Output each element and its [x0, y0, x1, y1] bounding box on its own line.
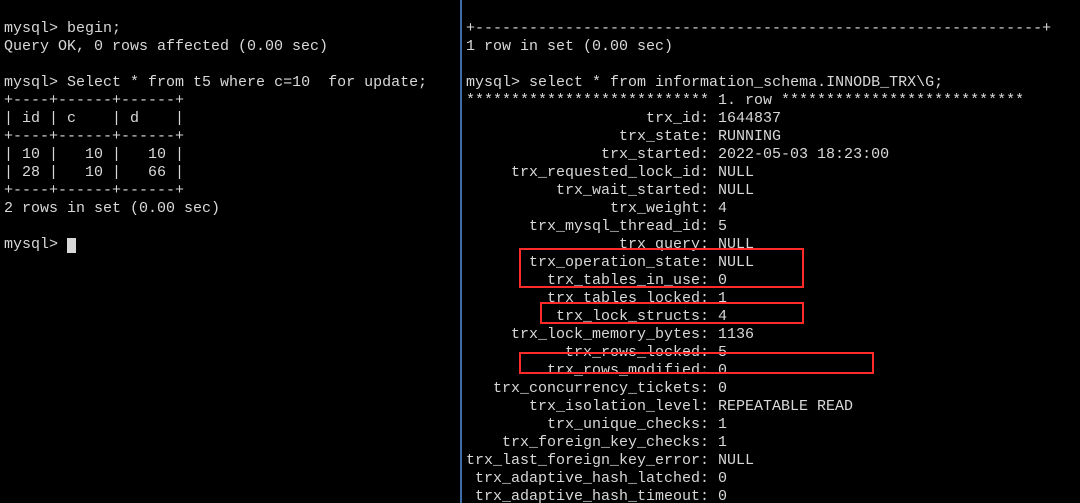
kv-row: trx_state: RUNNING [466, 128, 1076, 146]
resp-rows: 1 row in set (0.00 sec) [466, 38, 673, 55]
terminal-split: mysql> begin; Query OK, 0 rows affected … [0, 0, 1080, 503]
kv-row: trx_adaptive_hash_latched: 0 [466, 470, 1076, 488]
table-row: | 10 | 10 | 10 | [4, 146, 184, 163]
cursor [67, 238, 76, 253]
kv-row: trx_id: 1644837 [466, 110, 1076, 128]
kv-row: trx_unique_checks: 1 [466, 416, 1076, 434]
resp-begin: Query OK, 0 rows affected (0.00 sec) [4, 38, 328, 55]
kv-row: trx_lock_memory_bytes: 1136 [466, 326, 1076, 344]
cmd-begin: begin; [67, 20, 121, 37]
right-terminal[interactable]: +---------------------------------------… [462, 0, 1080, 503]
kv-row: trx_weight: 4 [466, 200, 1076, 218]
table-border: +----+------+------+ [4, 128, 184, 145]
kv-row: trx_tables_locked: 1 [466, 290, 1076, 308]
kv-row: trx_started: 2022-05-03 18:23:00 [466, 146, 1076, 164]
prompt: mysql> [4, 20, 58, 37]
table-row: | 28 | 10 | 66 | [4, 164, 184, 181]
resp-rows: 2 rows in set (0.00 sec) [4, 200, 220, 217]
kv-row: trx_mysql_thread_id: 5 [466, 218, 1076, 236]
kv-row: trx_operation_state: NULL [466, 254, 1076, 272]
row-separator: *************************** 1. row *****… [466, 92, 1024, 109]
table-border: +----+------+------+ [4, 92, 184, 109]
table-header: | id | c | d | [4, 110, 184, 127]
kv-row: trx_adaptive_hash_timeout: 0 [466, 488, 1076, 503]
kv-row: trx_requested_lock_id: NULL [466, 164, 1076, 182]
kv-row: trx_wait_started: NULL [466, 182, 1076, 200]
kv-row: trx_foreign_key_checks: 1 [466, 434, 1076, 452]
kv-row: trx_query: NULL [466, 236, 1076, 254]
kv-row: trx_last_foreign_key_error: NULL [466, 452, 1076, 470]
prompt: mysql> [4, 236, 58, 253]
prompt: mysql> [466, 74, 520, 91]
table-border: +----+------+------+ [4, 182, 184, 199]
left-terminal[interactable]: mysql> begin; Query OK, 0 rows affected … [0, 0, 462, 503]
kv-row: trx_tables_in_use: 0 [466, 272, 1076, 290]
kv-row: trx_concurrency_tickets: 0 [466, 380, 1076, 398]
cmd-select: Select * from t5 where c=10 for update; [67, 74, 427, 91]
kv-row: trx_isolation_level: REPEATABLE READ [466, 398, 1076, 416]
kv-list: trx_id: 1644837 trx_state: RUNNING trx_s… [466, 110, 1076, 503]
prompt: mysql> [4, 74, 58, 91]
kv-row: trx_lock_structs: 4 [466, 308, 1076, 326]
kv-row: trx_rows_modified: 0 [466, 362, 1076, 380]
kv-row: trx_rows_locked: 5 [466, 344, 1076, 362]
cmd-select-trx: select * from information_schema.INNODB_… [529, 74, 943, 91]
table-border: +---------------------------------------… [466, 20, 1051, 37]
